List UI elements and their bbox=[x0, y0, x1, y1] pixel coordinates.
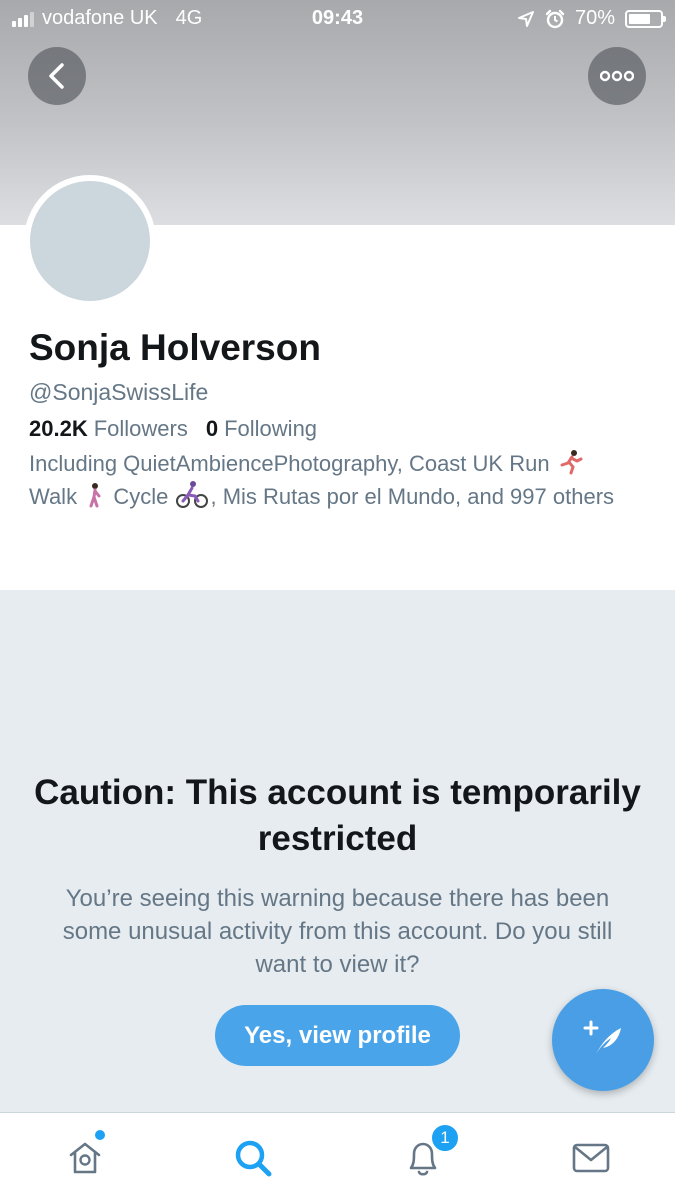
followed-by-text[interactable]: Including QuietAmbiencePhotography, Coas… bbox=[29, 447, 639, 513]
battery-percent: 70% bbox=[574, 7, 615, 29]
runner-emoji-icon bbox=[560, 450, 583, 475]
followers-count: 20.2K bbox=[29, 416, 88, 441]
tab-messages[interactable] bbox=[566, 1133, 616, 1183]
profile-stats: 20.2K Followers 0 Following bbox=[29, 414, 649, 444]
walker-emoji-icon bbox=[89, 483, 101, 508]
followers-label: Followers bbox=[93, 416, 188, 441]
view-profile-button[interactable]: Yes, view profile bbox=[215, 1005, 460, 1066]
status-right: 70% bbox=[517, 7, 666, 30]
following-label: Following bbox=[224, 416, 318, 441]
compose-tweet-button[interactable] bbox=[552, 989, 654, 1091]
following-count: 0 bbox=[205, 416, 219, 441]
status-left: vodafone UK 4G bbox=[12, 7, 202, 30]
chevron-left-icon bbox=[49, 63, 64, 89]
compose-feather-icon bbox=[583, 1020, 621, 1056]
bottom-tab-bar bbox=[0, 1112, 675, 1200]
alarm-clock-icon bbox=[545, 9, 565, 28]
following-link[interactable]: 0 Following bbox=[206, 416, 317, 441]
followed-by-part3: Cycle bbox=[113, 484, 169, 509]
profile-name: Sonja Holverson bbox=[29, 327, 321, 368]
home-new-indicator bbox=[95, 1130, 105, 1140]
tab-home[interactable] bbox=[60, 1133, 110, 1183]
network-type: 4G bbox=[175, 7, 203, 29]
tab-search[interactable] bbox=[228, 1133, 278, 1183]
battery-fill bbox=[629, 13, 650, 24]
status-bar: vodafone UK 4G 09:43 70% bbox=[0, 0, 675, 40]
warning-body: You’re seeing this warning because there… bbox=[62, 885, 613, 978]
back-button[interactable] bbox=[28, 47, 86, 105]
profile-info: Sonja Holverson @SonjaSwissLife 20.2K Fol… bbox=[29, 323, 649, 513]
warning-title: Caution: This account is temporarily res… bbox=[34, 773, 641, 858]
more-dots-icon bbox=[600, 70, 634, 82]
followed-by-part2: Walk bbox=[29, 484, 78, 509]
followers-link[interactable]: 20.2K Followers bbox=[29, 416, 188, 441]
home-icon bbox=[69, 1142, 101, 1174]
profile-handle: @SonjaSwissLife bbox=[29, 379, 209, 405]
battery-icon bbox=[625, 9, 666, 28]
avatar[interactable] bbox=[24, 175, 156, 307]
notifications-badge: 1 bbox=[430, 1123, 460, 1153]
location-arrow-icon bbox=[517, 10, 534, 27]
carrier-name: vodafone UK bbox=[42, 7, 158, 29]
more-options-button[interactable] bbox=[588, 47, 646, 105]
followed-by-part4: , Mis Rutas por el Mundo, and 997 others bbox=[210, 484, 615, 509]
mail-icon bbox=[572, 1143, 610, 1173]
search-icon bbox=[235, 1140, 272, 1177]
signal-icon bbox=[12, 11, 34, 27]
cyclist-emoji-icon bbox=[176, 481, 209, 508]
followed-by-part1: Including QuietAmbiencePhotography, Coas… bbox=[29, 451, 550, 476]
